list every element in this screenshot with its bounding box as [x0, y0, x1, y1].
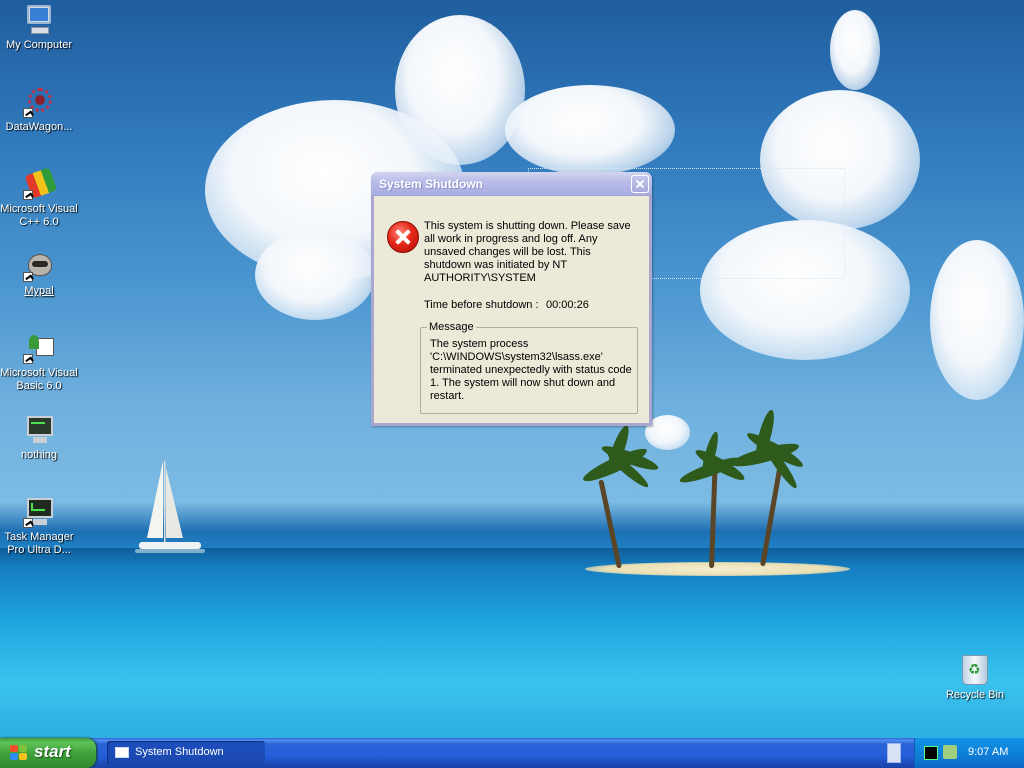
- desktop[interactable]: My Computer DataWagon... Microsoft Visua…: [0, 0, 1024, 738]
- system-shutdown-dialog[interactable]: System Shutdown This system is shutting …: [371, 172, 652, 426]
- desktop-icon-datawagon[interactable]: DataWagon...: [0, 86, 78, 134]
- desktop-icon-visual-basic[interactable]: Microsoft Visual Basic 6.0: [0, 332, 78, 393]
- recycle-bin-icon: [962, 655, 988, 685]
- countdown-timer: 00:00:26: [546, 299, 589, 311]
- desktop-icon-label: Recycle Bin: [945, 689, 1005, 701]
- message-groupbox: Message The system process 'C:\WINDOWS\s…: [420, 321, 638, 414]
- taskbar-item-label: System Shutdown: [135, 746, 224, 758]
- sailboat-image: [135, 461, 205, 553]
- application-monitor-icon: [23, 414, 55, 446]
- desktop-icon-task-manager[interactable]: Task Manager Pro Ultra D...: [0, 496, 78, 557]
- task-manager-icon: [23, 496, 55, 528]
- dialog-title-bar[interactable]: System Shutdown: [371, 172, 652, 196]
- time-before-shutdown-label: Time before shutdown :: [424, 299, 539, 311]
- tray-network-icon[interactable]: [943, 745, 957, 759]
- mypal-icon: [23, 250, 55, 282]
- datawagon-icon: [23, 86, 55, 118]
- start-label: start: [34, 742, 71, 761]
- desktop-icon-nothing[interactable]: nothing: [0, 414, 78, 462]
- dialog-title: System Shutdown: [379, 177, 484, 191]
- visual-cpp-icon: [23, 167, 58, 200]
- desktop-icon-label: DataWagon...: [5, 121, 73, 133]
- desktop-icon-label: Mypal: [24, 285, 54, 297]
- tray-monitor-icon[interactable]: [924, 746, 938, 760]
- desktop-icon-label: My Computer: [5, 39, 73, 51]
- system-tray: 9:07 AM: [914, 738, 1024, 768]
- desktop-icon-label: Microsoft Visual C++ 6.0: [0, 203, 78, 228]
- start-button[interactable]: start: [0, 738, 96, 768]
- desktop-icon-label: Task Manager Pro Ultra D...: [4, 531, 74, 556]
- close-button[interactable]: [631, 175, 649, 193]
- wallpaper-cloud: [255, 230, 375, 320]
- message-details: The system process 'C:\WINDOWS\system32\…: [430, 338, 632, 402]
- shutdown-message: This system is shutting down. Please sav…: [424, 220, 631, 284]
- taskbar-item-system-shutdown[interactable]: System Shutdown: [107, 741, 265, 765]
- island-sand: [585, 562, 850, 576]
- wallpaper-cloud: [395, 15, 525, 165]
- my-computer-icon: [23, 4, 55, 36]
- desktop-icon-label: Microsoft Visual Basic 6.0: [0, 367, 78, 392]
- window-icon: [115, 747, 129, 758]
- wallpaper-sea: [0, 548, 1024, 738]
- desktop-icon-mypal[interactable]: Mypal: [0, 250, 78, 298]
- keyboard-icon[interactable]: [887, 743, 901, 763]
- error-icon: [387, 221, 419, 253]
- taskbar: start System Shutdown 9:07 AM: [0, 738, 1024, 768]
- wallpaper-cloud: [505, 85, 675, 175]
- visual-basic-icon: [23, 332, 55, 364]
- windows-logo-icon: [10, 745, 28, 761]
- desktop-icon-my-computer[interactable]: My Computer: [0, 4, 78, 52]
- message-group-label: Message: [427, 321, 476, 333]
- desktop-icon-recycle-bin[interactable]: Recycle Bin: [940, 655, 1010, 701]
- wallpaper-cloud: [830, 10, 880, 90]
- desktop-icon-label: nothing: [20, 449, 58, 461]
- desktop-icon-visual-cpp[interactable]: Microsoft Visual C++ 6.0: [0, 167, 78, 229]
- wallpaper-cloud: [930, 240, 1024, 400]
- clock[interactable]: 9:07 AM: [968, 746, 1008, 758]
